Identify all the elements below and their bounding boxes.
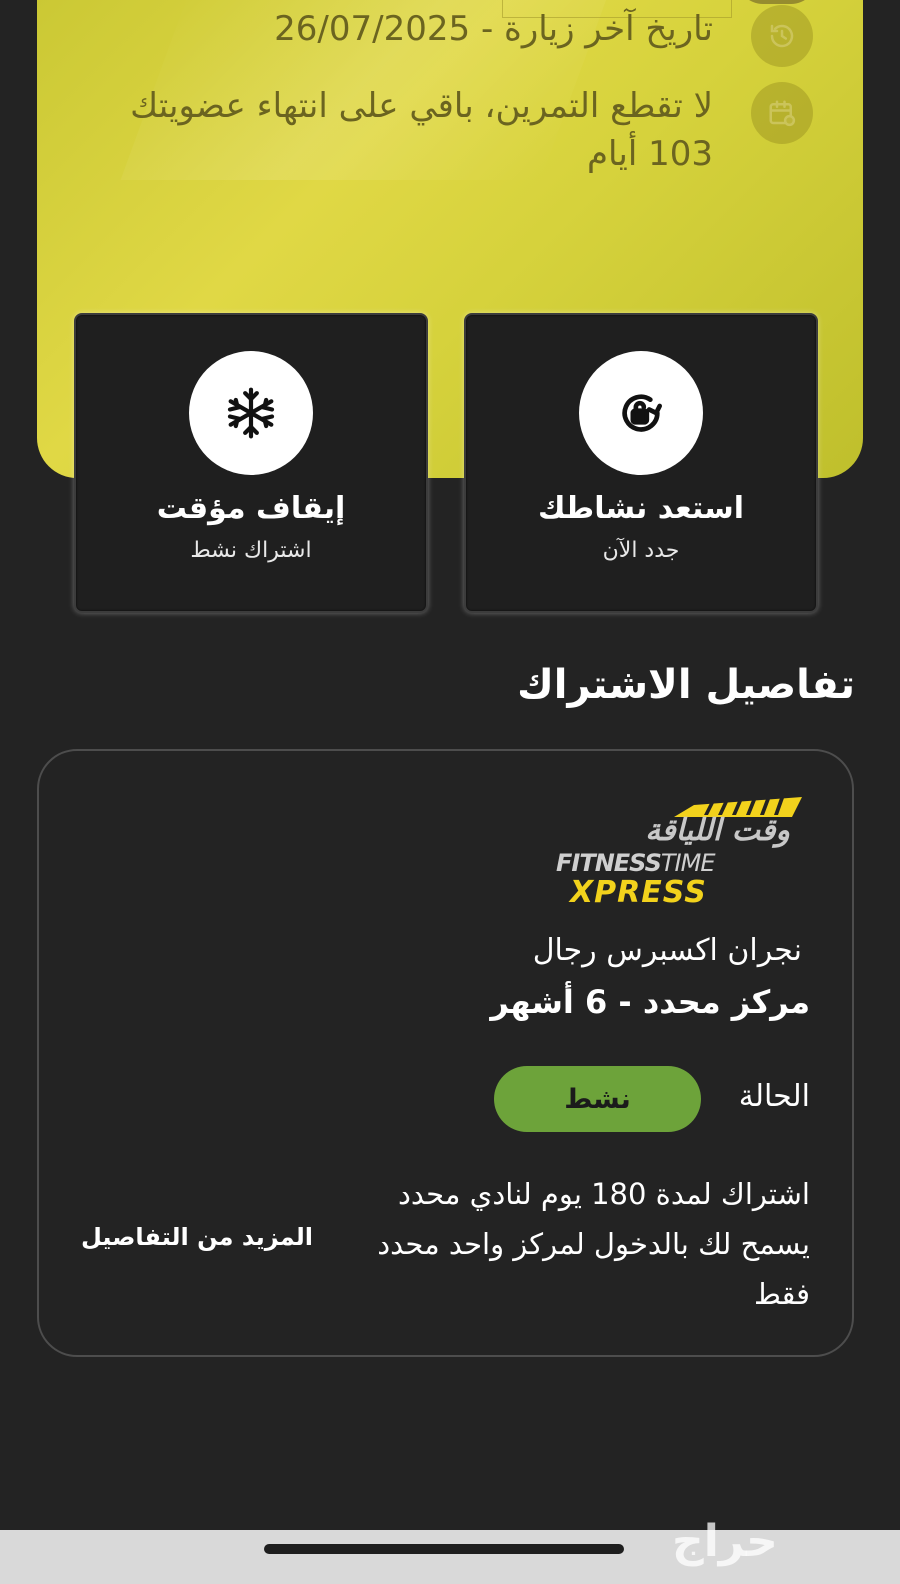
freeze-title: إيقاف مؤقت: [156, 491, 346, 526]
more-details-link[interactable]: المزيد من التفاصيل: [81, 1223, 313, 1251]
status-badge: نشط: [494, 1066, 701, 1132]
last-visit-row: تاريخ آخر زيارة - 26/07/2025: [93, 5, 813, 67]
calendar-icon: [751, 82, 813, 144]
renew-button[interactable]: استعد نشاطك جدد الآن: [464, 313, 818, 613]
fitness-time-xpress-logo: وقت اللياقة FITNESSTIME XPRESS: [556, 791, 808, 910]
club-name: نجران اكسبرس رجال: [532, 933, 802, 968]
avatar: [737, 0, 817, 4]
home-indicator[interactable]: [264, 1544, 624, 1554]
history-icon: [751, 5, 813, 67]
logo-arabic: وقت اللياقة: [645, 813, 791, 848]
logo-fitness-time: FITNESSTIME: [556, 849, 715, 877]
plan-name: مركز محدد - 6 أشهر: [490, 983, 810, 1021]
freeze-subtitle: اشتراك نشط: [190, 538, 312, 563]
freeze-icon-circle: [189, 351, 313, 475]
watermark-logo: حراج: [672, 1516, 778, 1567]
status-label: الحالة: [738, 1079, 810, 1114]
renew-subtitle: جدد الآن: [602, 538, 680, 563]
remaining-days-row: لا تقطع التمرين، باقي على انتهاء عضويتك …: [93, 82, 813, 178]
last-visit-text: تاريخ آخر زيارة - 26/07/2025: [274, 9, 713, 49]
subscription-details-heading: تفاصيل الاشتراك: [517, 662, 855, 708]
refresh-lock-icon: [622, 394, 662, 432]
renew-title: استعد نشاطك: [538, 491, 744, 526]
subscription-details-card: وقت اللياقة FITNESSTIME XPRESS نجران اكس…: [37, 749, 854, 1357]
renew-icon-circle: [579, 351, 703, 475]
logo-time: TIME: [660, 849, 716, 877]
freeze-button[interactable]: إيقاف مؤقت اشتراك نشط: [74, 313, 428, 613]
snowflake-icon: [227, 387, 275, 439]
logo-fitness: FITNESS: [556, 849, 662, 877]
logo-xpress: XPRESS: [570, 875, 707, 910]
remaining-days-text: لا تقطع التمرين، باقي على انتهاء عضويتك …: [130, 86, 713, 174]
plan-description: اشتراك لمدة 180 يوم لنادي محدد يسمح لك ب…: [377, 1177, 810, 1311]
bottom-bar: حراج: [0, 1516, 900, 1584]
